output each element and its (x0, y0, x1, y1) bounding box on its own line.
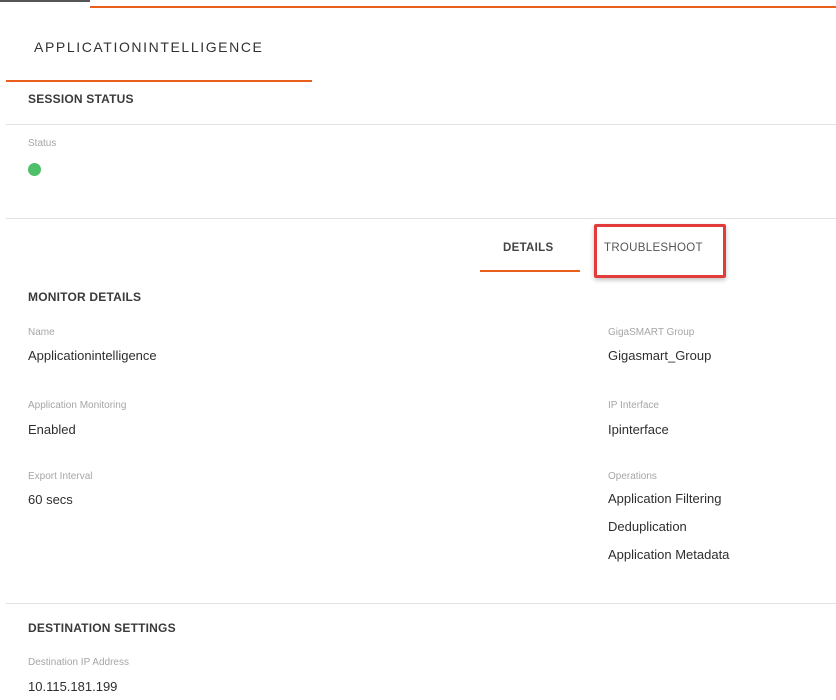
name-label: Name (28, 327, 55, 338)
name-value: Applicationintelligence (28, 348, 157, 363)
tab-troubleshoot[interactable]: TROUBLESHOOT (594, 224, 726, 278)
tab-details-label: DETAILS (503, 242, 554, 254)
export-interval-label: Export Interval (28, 471, 93, 482)
active-tab-underline (6, 80, 312, 82)
dest-ip-value: 10.115.181.199 (28, 679, 118, 694)
top-accent-rule (90, 6, 836, 8)
session-status-title: SESSION STATUS (28, 92, 134, 106)
tab-troubleshoot-label: TROUBLESHOOT (604, 242, 703, 254)
ip-interface-label: IP Interface (608, 400, 659, 411)
gigasmart-group-value: Gigasmart_Group (608, 348, 712, 363)
app-monitoring-label: Application Monitoring (28, 400, 127, 411)
tab-details[interactable]: DETAILS (480, 232, 580, 272)
app-monitoring-value: Enabled (28, 422, 76, 437)
dest-ip-label: Destination IP Address (28, 657, 129, 668)
top-rule (0, 0, 90, 2)
operation-item: Deduplication (608, 519, 687, 534)
operation-item: Application Metadata (608, 547, 730, 562)
tab-application-intelligence[interactable]: APPLICATIONINTELLIGENCE (6, 24, 312, 82)
monitor-details-title: MONITOR DETAILS (28, 290, 142, 304)
status-label: Status (28, 138, 57, 149)
divider (6, 124, 836, 125)
active-tab-underline (480, 270, 580, 272)
tab-label: APPLICATIONINTELLIGENCE (34, 39, 264, 55)
export-interval-value: 60 secs (28, 492, 73, 507)
operations-list: Application Filtering Deduplication Appl… (608, 491, 729, 575)
divider (6, 603, 836, 604)
status-indicator (28, 163, 41, 176)
gigasmart-group-label: GigaSMART Group (608, 327, 695, 338)
divider (6, 218, 836, 219)
operations-label: Operations (608, 471, 657, 482)
operation-item: Application Filtering (608, 491, 722, 506)
ip-interface-value: Ipinterface (608, 422, 669, 437)
destination-settings-title: DESTINATION SETTINGS (28, 621, 176, 635)
